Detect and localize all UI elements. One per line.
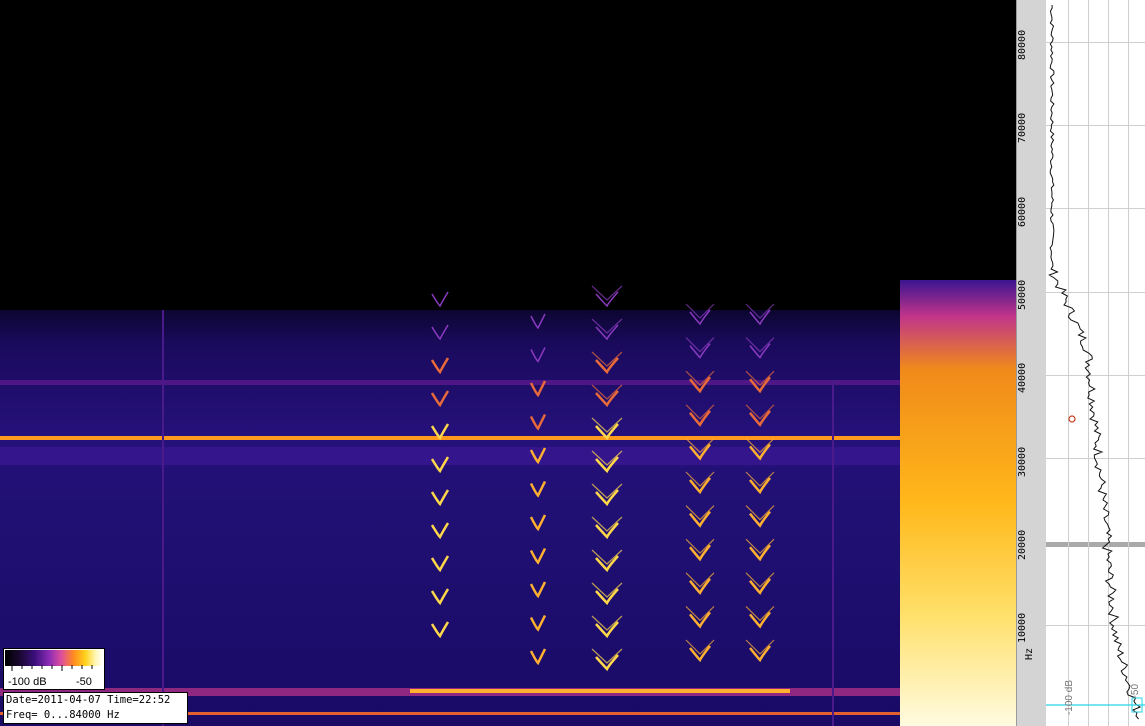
peak-marker-icon: [1068, 415, 1076, 423]
tick-50000: 50000: [1017, 279, 1028, 311]
tick-20000: 20000: [1017, 529, 1028, 561]
spectrum-max-label: -50: [1130, 684, 1141, 699]
tick-80000: 80000: [1017, 29, 1028, 61]
freq-range-line: Freq= 0...84000 Hz: [6, 709, 120, 721]
noise-floor: [0, 310, 1016, 726]
spectrum-panel[interactable]: -100 dB -50: [1046, 0, 1145, 726]
spectrum-min-label: -100 dB: [1064, 680, 1075, 716]
tick-10000: 10000: [1017, 612, 1028, 644]
hz-unit-label: Hz: [1024, 648, 1035, 661]
bottom-hum: [410, 689, 790, 693]
spectrum-trace: [1046, 4, 1145, 720]
vline-2: [832, 380, 834, 726]
color-legend: -100 dB -50: [3, 648, 105, 690]
tick-60000: 60000: [1017, 196, 1028, 228]
frequency-axis: 80000 70000 60000 50000 40000 30000 2000…: [1016, 0, 1047, 726]
vline-1: [162, 310, 164, 726]
date-time-line: Date=2011-04-07 Time=22:52: [6, 694, 171, 706]
colormap-bar: [5, 650, 103, 666]
tick-40000: 40000: [1017, 362, 1028, 394]
info-box: Date=2011-04-07 Time=22:52 Freq= 0...840…: [3, 692, 188, 724]
tick-70000: 70000: [1017, 112, 1028, 144]
spectrogram[interactable]: [0, 0, 1016, 726]
legend-max-label: -50: [76, 676, 92, 688]
hum-line: [0, 436, 900, 440]
tick-30000: 30000: [1017, 446, 1028, 478]
legend-min-label: -100 dB: [8, 676, 47, 688]
broadband-burst: [900, 280, 1016, 726]
